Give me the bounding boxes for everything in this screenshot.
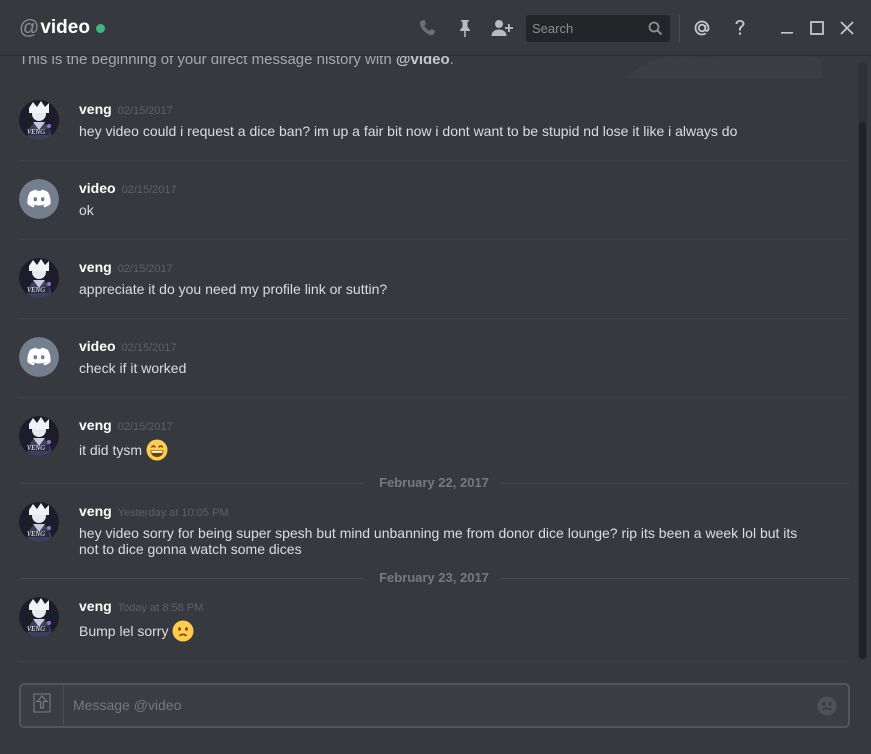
help-icon[interactable] bbox=[728, 16, 752, 40]
maximize-icon[interactable] bbox=[805, 16, 829, 40]
minimize-icon[interactable] bbox=[775, 16, 799, 40]
message-author[interactable]: video bbox=[79, 338, 116, 354]
message-input[interactable]: Message @video bbox=[73, 697, 181, 713]
message-author[interactable]: video bbox=[79, 180, 116, 196]
avatar-video[interactable] bbox=[19, 337, 59, 377]
beginning-suffix: . bbox=[449, 56, 454, 68]
avatar-veng[interactable]: VENG bbox=[19, 416, 59, 456]
beginning-prefix: This is the beginning of your direct mes… bbox=[19, 56, 396, 68]
date-divider-text: February 23, 2017 bbox=[369, 570, 499, 585]
message-text-line: it did tysm bbox=[79, 439, 799, 461]
avatar-veng[interactable]: VENG bbox=[19, 100, 59, 140]
date-divider-label: February 23, 2017 bbox=[19, 570, 849, 585]
message-timestamp: Yesterday at 10:05 PM bbox=[117, 507, 229, 519]
message-header: veng 02/15/2017 bbox=[79, 101, 173, 119]
close-icon[interactable] bbox=[835, 16, 859, 40]
message-text: it did tysm bbox=[79, 442, 143, 458]
svg-text:VENG: VENG bbox=[27, 444, 45, 452]
beginning-mention: @video bbox=[395, 56, 450, 68]
message-header: video 02/15/2017 bbox=[79, 338, 177, 356]
svg-text:VENG: VENG bbox=[27, 128, 45, 136]
message-header: veng 02/15/2017 bbox=[79, 417, 173, 435]
message-timestamp: 02/15/2017 bbox=[117, 263, 173, 275]
svg-text:VENG: VENG bbox=[27, 286, 45, 294]
message-timestamp: Today at 8:58 PM bbox=[117, 602, 204, 614]
svg-text:VENG: VENG bbox=[27, 530, 45, 538]
channel-name: video bbox=[40, 17, 90, 38]
call-icon[interactable] bbox=[415, 16, 439, 40]
upload-button[interactable] bbox=[21, 685, 64, 726]
mention-icon[interactable] bbox=[690, 16, 714, 40]
at-symbol: @ bbox=[19, 16, 40, 39]
search-placeholder: Search bbox=[532, 21, 574, 36]
message-separator bbox=[19, 318, 849, 319]
upload-icon bbox=[33, 693, 51, 718]
message-timestamp: 02/15/2017 bbox=[117, 105, 173, 117]
online-status-dot bbox=[95, 24, 105, 33]
message-text: hey video sorry for being super spesh bu… bbox=[79, 525, 798, 557]
message-text: Bump lel sorry bbox=[79, 623, 169, 639]
channel-header: @ video Search bbox=[0, 0, 871, 56]
search-input[interactable]: Search bbox=[526, 15, 670, 42]
message-author[interactable]: veng bbox=[79, 598, 112, 614]
message-text: check if it worked bbox=[79, 360, 187, 376]
date-divider-text: February 22, 2017 bbox=[369, 475, 499, 490]
message-separator bbox=[19, 661, 849, 662]
avatar-veng[interactable]: VENG bbox=[19, 258, 59, 298]
frowning-emoji bbox=[172, 620, 194, 642]
message-header: veng Today at 8:58 PM bbox=[79, 598, 203, 616]
scrollbar-thumb[interactable] bbox=[859, 122, 866, 659]
message-author[interactable]: veng bbox=[79, 503, 112, 519]
avatar-video[interactable] bbox=[19, 179, 59, 219]
message-author[interactable]: veng bbox=[79, 101, 112, 117]
message-composer[interactable]: Message @video bbox=[19, 683, 850, 728]
header-divider bbox=[679, 15, 680, 42]
svg-text:VENG: VENG bbox=[27, 625, 45, 633]
message-list[interactable]: This is the beginning of your direct mes… bbox=[0, 56, 871, 668]
background-decoration bbox=[627, 56, 822, 78]
message-separator bbox=[19, 160, 849, 161]
add-friend-icon[interactable] bbox=[490, 16, 514, 40]
avatar-veng[interactable]: VENG bbox=[19, 502, 59, 542]
message-author[interactable]: veng bbox=[79, 259, 112, 275]
message-timestamp: 02/15/2017 bbox=[121, 342, 177, 354]
date-divider-label: February 22, 2017 bbox=[19, 475, 849, 490]
message-timestamp: 02/15/2017 bbox=[121, 184, 177, 196]
emoji-picker-icon[interactable] bbox=[816, 695, 838, 722]
pin-icon[interactable] bbox=[453, 16, 477, 40]
avatar-veng[interactable]: VENG bbox=[19, 597, 59, 637]
message-text: appreciate it do you need my profile lin… bbox=[79, 281, 388, 297]
message-header: veng Yesterday at 10:05 PM bbox=[79, 503, 229, 521]
message-text-line: Bump lel sorry bbox=[79, 620, 799, 642]
message-timestamp: 02/15/2017 bbox=[117, 421, 173, 433]
date-divider: February 22, 2017 bbox=[19, 475, 849, 491]
search-icon bbox=[648, 21, 663, 41]
message-text: ok bbox=[79, 202, 94, 218]
dm-history-beginning: This is the beginning of your direct mes… bbox=[19, 56, 454, 68]
channel-title: @ video bbox=[19, 15, 105, 41]
message-header: veng 02/15/2017 bbox=[79, 259, 173, 277]
message-header: video 02/15/2017 bbox=[79, 180, 177, 198]
date-divider: February 23, 2017 bbox=[19, 570, 849, 586]
message-author[interactable]: veng bbox=[79, 417, 112, 433]
message-text: hey video could i request a dice ban? im… bbox=[79, 123, 738, 139]
message-separator bbox=[19, 397, 849, 398]
dm-window: @ video Search This is the beginning of … bbox=[0, 0, 871, 754]
message-separator bbox=[19, 239, 849, 240]
grinning-emoji bbox=[146, 439, 168, 461]
